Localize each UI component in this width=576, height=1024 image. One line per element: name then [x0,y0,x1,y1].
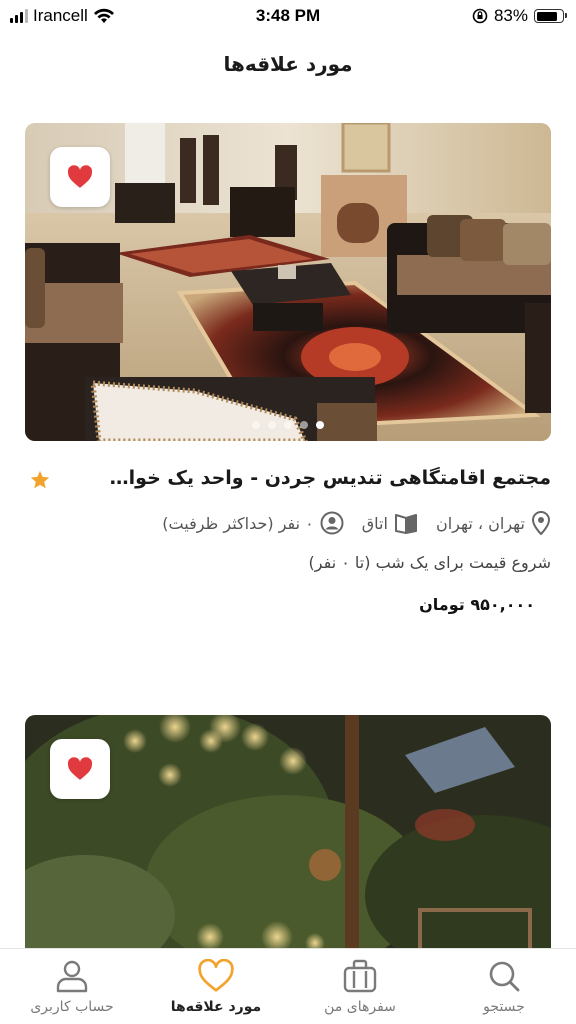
book-icon [394,514,417,534]
listing-card[interactable]: مجتمع اقامتگاهی تندیس جردن - واحد یک خوا… [25,123,551,614]
tab-favorites-label: مورد علاقه‌ها [170,999,262,1015]
star-icon [30,470,50,489]
listing-meta: تهران ، تهران اتاق ۰ نفر (حداکثر ظرفیت) [25,509,551,537]
listing-title[interactable]: مجتمع اقامتگاهی تندیس جردن - واحد یک خوا… [91,467,551,489]
user-circle-icon [320,511,344,535]
listing-capacity: ۰ نفر (حداکثر ظرفیت) [162,511,344,535]
status-bar: Irancell 3:48 PM 83% [0,0,576,34]
battery-icon [534,9,567,23]
status-right: 83% [472,6,567,26]
listing-location: تهران ، تهران [436,511,551,535]
tab-search[interactable]: جستجو [432,949,576,1024]
pagination-dot[interactable] [300,421,308,429]
listing-card[interactable] [25,715,551,955]
tab-my-trips-label: سفرهای من [324,999,396,1015]
heart-icon [67,165,93,188]
tab-my-trips[interactable]: سفرهای من [288,949,432,1024]
tab-account-label: حساب کاربری [30,999,114,1015]
pagination-dot-active[interactable] [316,421,324,429]
listing-room-type: اتاق [362,512,418,534]
page-title: مورد علاقه‌ها [223,52,353,76]
pagination-dot[interactable] [268,421,276,429]
capacity-text: ۰ نفر (حداکثر ظرفیت) [162,513,314,533]
favorite-button[interactable] [50,739,110,799]
tab-favorites[interactable]: مورد علاقه‌ها [144,949,288,1024]
listing-title-row: مجتمع اقامتگاهی تندیس جردن - واحد یک خوا… [25,467,551,497]
photo-pagination [25,421,551,429]
price-caption: شروع قیمت برای یک شب (تا ۰ نفر) [308,553,551,572]
tab-search-label: جستجو [483,999,525,1015]
tab-account[interactable]: حساب کاربری [0,949,144,1024]
pagination-dot[interactable] [284,421,292,429]
room-type-text: اتاق [361,513,388,533]
favorite-button[interactable] [50,147,110,207]
heart-outline-icon [198,959,234,992]
listing-photo[interactable] [25,123,551,441]
pagination-dot[interactable] [252,421,260,429]
bottom-tab-bar: حساب کاربری مورد علاقه‌ها سفرهای من جستج… [0,948,576,1024]
search-icon [489,961,520,992]
user-icon [56,960,88,993]
location-pin-icon [531,511,551,535]
orientation-lock-icon [472,8,488,24]
listing-photo[interactable] [25,715,551,955]
battery-percent: 83% [493,6,528,25]
location-text: تهران ، تهران [435,513,525,533]
listing-price: ۹۵۰,۰۰۰ تومان [419,595,535,614]
heart-icon [67,757,93,780]
suitcase-icon [343,959,377,993]
